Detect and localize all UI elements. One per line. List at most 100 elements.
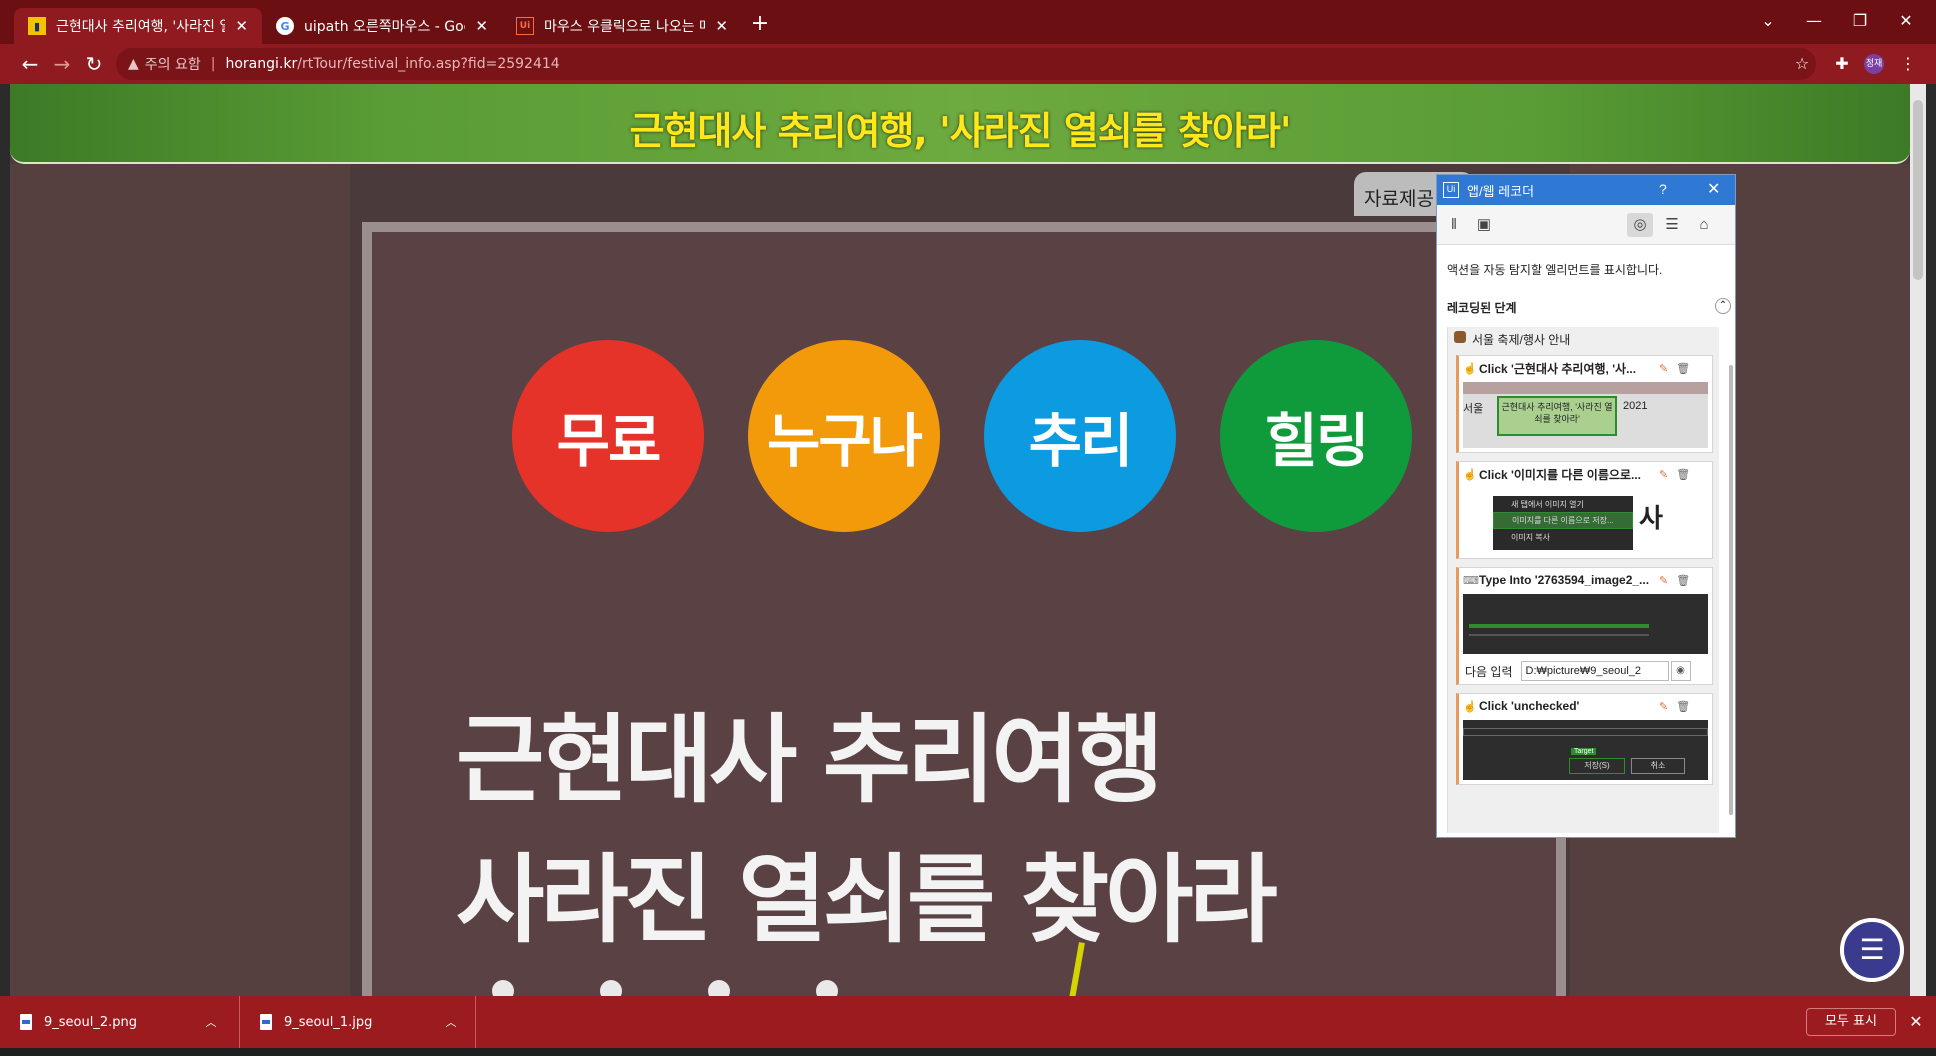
- pause-icon[interactable]: ‖: [1441, 213, 1467, 237]
- poster-title-line-1: 근현대사 추리여행: [456, 704, 1164, 816]
- browser-tab-bar: ▮ 근현대사 추리여행, '사라진 열쇠를 찾아라' ✕ G uipath 오른…: [0, 0, 1936, 44]
- auto-detect-target-icon[interactable]: ◎: [1627, 213, 1653, 237]
- page-scrollbar[interactable]: [1910, 84, 1926, 996]
- taskbar-strip: [0, 1048, 1936, 1056]
- chat-menu-button[interactable]: ☰: [1840, 918, 1904, 982]
- tab-close-icon[interactable]: ✕: [235, 17, 248, 35]
- page-scrollbar-thumb[interactable]: [1913, 100, 1923, 280]
- step-label: Click 'unchecked': [1479, 699, 1580, 713]
- delete-step-icon[interactable]: 🗑: [1676, 700, 1690, 713]
- step-actions-icon[interactable]: ✎: [1659, 700, 1668, 713]
- save-icon[interactable]: ▣: [1471, 213, 1497, 237]
- step-screenshot: Target 저장(S) 취소: [1463, 720, 1708, 780]
- thumb-cancel-button: 취소: [1631, 758, 1685, 774]
- close-window-button[interactable]: ✕: [1886, 6, 1926, 36]
- security-warning[interactable]: ▲ 주의 요함: [128, 54, 201, 74]
- url-input[interactable]: ▲ 주의 요함 | horangi.kr/rtTour/festival_inf…: [116, 48, 1816, 80]
- extensions-puzzle-icon[interactable]: ✚: [1830, 52, 1854, 76]
- google-favicon-icon: G: [276, 17, 294, 35]
- minimize-button[interactable]: —: [1794, 6, 1834, 36]
- download-item[interactable]: 9_seoul_1.jpg ︿: [240, 996, 476, 1048]
- tab-uipath-forum[interactable]: Ui 마우스 우클릭으로 나오는 메뉴에서 ✕: [502, 8, 742, 44]
- poster-title-line-2: 사라진 열쇠를 찾아라: [456, 844, 1278, 956]
- url-separator: |: [210, 56, 216, 72]
- step-label: Click '근현대사 추리여행, '사...: [1479, 361, 1637, 376]
- chevron-up-icon[interactable]: ︿: [436, 1014, 466, 1030]
- click-activity-icon: ☝: [1463, 468, 1477, 481]
- step-label: Type Into '2763594_image2_...: [1479, 573, 1650, 587]
- show-all-downloads-button[interactable]: 모두 표시: [1806, 1008, 1896, 1036]
- badge-anyone: 누구나: [748, 340, 940, 532]
- close-download-bar-icon[interactable]: ✕: [1904, 1008, 1928, 1036]
- recorder-title-bar: Ui 앱/웹 레코더 ? ✕: [1437, 175, 1735, 205]
- url-host: horangi.kr: [225, 56, 298, 72]
- tab-festival[interactable]: ▮ 근현대사 추리여행, '사라진 열쇠를 찾아라' ✕: [14, 8, 262, 44]
- url-text: horangi.kr/rtTour/festival_info.asp?fid=…: [225, 56, 559, 72]
- parent-scope-item[interactable]: 서울 축제/행사 안내: [1448, 327, 1719, 351]
- recorded-step[interactable]: ☝ Click 'unchecked' ✎ 🗑 Target 저장(S) 취소: [1456, 693, 1713, 785]
- address-bar: ← → ↻ ▲ 주의 요함 | horangi.kr/rtTour/festiv…: [0, 44, 1936, 84]
- back-arrow-icon[interactable]: ←: [16, 50, 44, 78]
- recorded-steps-header[interactable]: 레코딩된 단계 ⌃: [1437, 295, 1735, 317]
- step-actions-icon[interactable]: ✎: [1659, 574, 1668, 587]
- menu-kebab-icon[interactable]: ⋮: [1896, 52, 1920, 76]
- list-settings-icon[interactable]: ☰: [1659, 213, 1685, 237]
- tab-close-icon[interactable]: ✕: [715, 17, 728, 35]
- help-button[interactable]: ?: [1659, 181, 1667, 197]
- uipath-logo-icon: Ui: [1443, 182, 1459, 198]
- tab-google-search[interactable]: G uipath 오른쪽마우스 - Google 검색 ✕: [262, 8, 502, 44]
- delete-step-icon[interactable]: 🗑: [1676, 574, 1690, 587]
- tab-title: uipath 오른쪽마우스 - Google 검색: [304, 19, 465, 35]
- step-screenshot: 서울 근현대사 추리여행, '사라진 열쇠를 찾아라' 2021: [1463, 382, 1708, 448]
- uipath-favicon-icon: Ui: [516, 17, 534, 35]
- browser-scope-icon: [1454, 331, 1466, 343]
- click-activity-icon: ☝: [1463, 700, 1477, 713]
- web-page-content: 근현대사 추리여행, '사라진 열쇠를 찾아라' 자료제공: 무료 누구나 추리…: [10, 84, 1910, 996]
- reload-icon[interactable]: ↻: [80, 50, 108, 78]
- restore-button[interactable]: ❐: [1840, 6, 1880, 36]
- step-actions-icon[interactable]: ✎: [1659, 362, 1668, 375]
- thumb-save-button: 저장(S): [1569, 758, 1625, 774]
- korean-flag-favicon-icon: ▮: [28, 17, 46, 35]
- festival-title-banner: 근현대사 추리여행, '사라진 열쇠를 찾아라': [10, 84, 1910, 164]
- delete-step-icon[interactable]: 🗑: [1676, 362, 1690, 375]
- recorder-title: 앱/웹 레코더: [1467, 183, 1535, 199]
- chevron-up-icon[interactable]: ︿: [196, 1014, 226, 1030]
- recorded-step[interactable]: ☝ Click '근현대사 추리여행, '사... ✎ 🗑 서울 근현대사 추리…: [1456, 355, 1713, 453]
- download-file-name: 9_seoul_2.png: [44, 1014, 137, 1030]
- recorded-step[interactable]: ☝ Click '이미지를 다른 이름으로... ✎ 🗑 새 탭에서 이미지 열…: [1456, 461, 1713, 559]
- decorative-dots: [492, 980, 838, 996]
- recorder-toolbar: ‖ ▣ ◎ ☰ ⌂: [1437, 205, 1735, 245]
- tab-search-dropdown-icon[interactable]: ⌄: [1748, 6, 1788, 36]
- recorded-step[interactable]: ⌨ Type Into '2763594_image2_... ✎ 🗑 다음 입…: [1456, 567, 1713, 685]
- step-actions-icon[interactable]: ✎: [1659, 468, 1668, 481]
- badge-healing: 힐링: [1220, 340, 1412, 532]
- delete-step-icon[interactable]: 🗑: [1676, 468, 1690, 481]
- festival-poster-image[interactable]: 무료 누구나 추리 힐링 근현대사 추리여행 사라진 열쇠를 찾아라: [362, 222, 1566, 996]
- recorded-steps-list[interactable]: 서울 축제/행사 안내 ☝ Click '근현대사 추리여행, '사... ✎ …: [1447, 327, 1719, 833]
- badge-mystery: 추리: [984, 340, 1176, 532]
- thumb-text-left: 서울: [1463, 403, 1484, 415]
- step-screenshot: 새 탭에서 이미지 열기 이미지를 다른 이름으로 저장... 이미지 복사 사: [1463, 488, 1708, 554]
- badge-free: 무료: [512, 340, 704, 532]
- step-label: Click '이미지를 다른 이름으로...: [1479, 467, 1641, 482]
- tab-close-icon[interactable]: ✕: [475, 17, 488, 35]
- thumb-fragment: 사: [1639, 503, 1663, 533]
- download-item[interactable]: 9_seoul_2.png ︿: [0, 996, 240, 1048]
- recorder-close-button[interactable]: ✕: [1707, 179, 1720, 199]
- thumb-menu-item: 이미지 복사: [1511, 533, 1551, 542]
- screenshot-camera-icon[interactable]: ⌂: [1691, 213, 1717, 237]
- collapse-chevron-icon[interactable]: ⌃: [1715, 298, 1731, 314]
- type-input-value-field[interactable]: D:₩picture₩9_seoul_2: [1520, 661, 1669, 681]
- app-web-recorder-panel: Ui 앱/웹 레코더 ? ✕ ‖ ▣ ◎ ☰ ⌂ 액션을 자동 탐지할 엘리먼트…: [1436, 174, 1736, 838]
- thumb-menu-item: 새 탭에서 이미지 열기: [1511, 500, 1584, 509]
- forward-arrow-icon[interactable]: →: [48, 50, 76, 78]
- new-tab-button[interactable]: +: [746, 10, 774, 38]
- profile-avatar[interactable]: 정재: [1864, 54, 1884, 74]
- hide-text-eye-icon[interactable]: ◉: [1670, 661, 1691, 681]
- type-into-activity-icon: ⌨: [1463, 574, 1479, 587]
- type-input-label: 다음 입력: [1465, 664, 1513, 679]
- recorder-scrollbar[interactable]: [1729, 365, 1733, 815]
- bookmark-star-icon[interactable]: ☆: [1790, 52, 1814, 76]
- recorded-steps-label: 레코딩된 단계: [1447, 301, 1517, 315]
